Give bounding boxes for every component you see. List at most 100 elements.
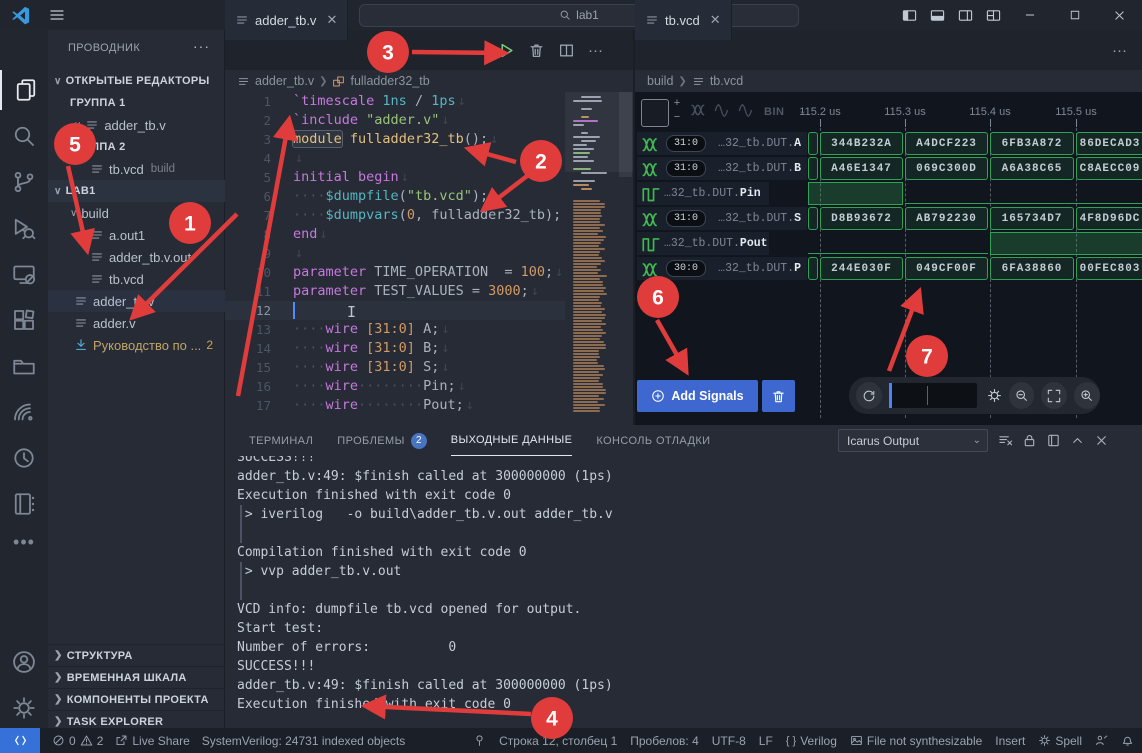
- wave-bus-segment[interactable]: 069C300D: [905, 157, 988, 180]
- wave-bit-high[interactable]: [990, 232, 1142, 255]
- activity-more-icon[interactable]: •••: [0, 522, 48, 562]
- wave-bit-low[interactable]: [905, 203, 1142, 204]
- synthesizable-status[interactable]: File not synthesizable: [850, 734, 982, 748]
- activity-item-source-control[interactable]: [0, 162, 48, 202]
- clear-output-icon[interactable]: [998, 433, 1013, 448]
- section-структура[interactable]: ❯СТРУКТУРА: [48, 644, 225, 666]
- menu-icon[interactable]: [49, 7, 65, 23]
- panel-tab-проблемы[interactable]: ПРОБЛЕМЫ2: [337, 426, 426, 456]
- panel-tab-выходные-данные[interactable]: ВЫХОДНЫЕ ДАННЫЕ: [451, 426, 573, 456]
- activity-item-notebook[interactable]: [0, 484, 48, 524]
- wave-bus-segment[interactable]: 165734D7: [990, 207, 1074, 230]
- toggle-sidebar-icon[interactable]: [895, 0, 923, 30]
- close-button[interactable]: [1097, 0, 1142, 30]
- panel-tab-консоль-отладки[interactable]: КОНСОЛЬ ОТЛАДКИ: [596, 426, 710, 456]
- wave-bus-segment[interactable]: 00FEC803: [1076, 257, 1142, 280]
- wave-bus-segment[interactable]: [808, 132, 818, 155]
- activity-item-settings[interactable]: [0, 688, 48, 728]
- close-panel-icon[interactable]: [1094, 433, 1109, 448]
- wave-bus-segment[interactable]: 4F8D96DC: [1076, 207, 1142, 230]
- lock-icon[interactable]: [1022, 433, 1037, 448]
- activity-item-remote-explorer[interactable]: [0, 254, 48, 294]
- tree-item-adder-tb-v[interactable]: adder_tb.v: [48, 290, 225, 312]
- wave-bus-segment[interactable]: 6FA38860: [990, 257, 1074, 280]
- minimize-button[interactable]: [1007, 0, 1052, 30]
- breadcrumb-file[interactable]: tb.vcd: [710, 74, 743, 88]
- activity-item-files[interactable]: [0, 70, 50, 110]
- cursor-position-status[interactable]: Строка 12, столбец 1: [499, 734, 617, 748]
- wave-bus-segment[interactable]: A6A38C65: [990, 157, 1074, 180]
- output-channel-select[interactable]: Icarus Output ⌄: [838, 429, 988, 452]
- breadcrumb[interactable]: adder_tb.v ❯ fulladder32_tb: [237, 70, 430, 92]
- tree-item-a-out1[interactable]: a.out1: [48, 224, 225, 246]
- wave-bus-segment[interactable]: 244E030F: [820, 257, 903, 280]
- tab-close-icon[interactable]: ✕: [710, 12, 721, 28]
- signal-row-s[interactable]: 31:0…32_tb.DUT.S: [637, 207, 807, 230]
- problems-status[interactable]: 0 2: [52, 734, 103, 748]
- tab-close-icon[interactable]: ✕: [326, 12, 337, 28]
- time-input[interactable]: [889, 383, 977, 408]
- activity-item-history[interactable]: [0, 438, 48, 478]
- signal-row-a[interactable]: 31:0…32_tb.DUT.A: [637, 132, 807, 155]
- wave-bus-segment[interactable]: AB792230: [905, 207, 988, 230]
- breadcrumb-folder[interactable]: build: [647, 74, 673, 88]
- tree-item-build[interactable]: ∨build: [48, 202, 225, 224]
- zoom-in-icon[interactable]: [1074, 382, 1100, 409]
- wave-bit-high[interactable]: [808, 182, 903, 205]
- wave-bit-low[interactable]: [808, 253, 988, 254]
- remote-indicator[interactable]: [0, 728, 40, 753]
- section-lab1[interactable]: ∨LAB1: [48, 180, 225, 202]
- toggle-secondary-sidebar-icon[interactable]: [951, 0, 979, 30]
- wave-bus-segment[interactable]: C8AECC09: [1076, 157, 1142, 180]
- zoom-minus-small[interactable]: −: [672, 112, 682, 123]
- editor-scrollbar[interactable]: [619, 92, 632, 177]
- sidebar-more-icon[interactable]: ···: [193, 38, 210, 54]
- signal-row-pout[interactable]: …32_tb.DUT.Pout: [637, 232, 769, 255]
- tree-item-tb-vcd[interactable]: tb.vcdbuild: [48, 158, 225, 180]
- color-swatch[interactable]: [641, 99, 669, 127]
- activity-item-search[interactable]: [0, 116, 48, 156]
- remove-signals-button[interactable]: [762, 380, 795, 412]
- activity-item-account[interactable]: [0, 642, 48, 682]
- wave-bus-segment[interactable]: [808, 257, 818, 280]
- activity-item-containers[interactable]: [0, 346, 48, 386]
- eol-status[interactable]: LF: [759, 734, 773, 748]
- wave-bus-segment[interactable]: 344B232A: [820, 132, 903, 155]
- breadcrumb-symbol[interactable]: fulladder32_tb: [350, 74, 429, 88]
- customize-layout-icon[interactable]: [979, 0, 1007, 30]
- split-editor-icon[interactable]: [558, 42, 575, 59]
- toggle-panel-icon[interactable]: [923, 0, 951, 30]
- settings-gear-icon[interactable]: [987, 388, 1002, 403]
- section-компоненты-проекта[interactable]: ❯КОМПОНЕНТЫ ПРОЕКТА: [48, 688, 225, 710]
- live-share-status[interactable]: Live Share: [115, 734, 189, 748]
- signal-row-p[interactable]: 30:0…32_tb.DUT.P: [637, 257, 807, 280]
- analog-wave-icon[interactable]: [714, 104, 732, 117]
- format-chevron-icon[interactable]: ⌄: [798, 104, 807, 117]
- feedback-icon[interactable]: [1095, 734, 1108, 747]
- zoom-fit-icon[interactable]: [1041, 382, 1067, 409]
- section-открытые-редакторы[interactable]: ∨ОТКРЫТЫЕ РЕДАКТОРЫ: [48, 70, 225, 92]
- activity-item-extensions[interactable]: [0, 300, 48, 340]
- wave-bus-segment[interactable]: D8B93672: [820, 207, 903, 230]
- activity-item-run-debug[interactable]: [0, 208, 48, 248]
- zoom-out-icon[interactable]: [1009, 382, 1035, 409]
- wave-bus-segment[interactable]: A4DCF223: [905, 132, 988, 155]
- wave-bus-segment[interactable]: [808, 157, 818, 180]
- wave-bus-segment[interactable]: 6FB3A872: [990, 132, 1074, 155]
- breadcrumb-file[interactable]: adder_tb.v: [255, 74, 314, 88]
- refresh-button[interactable]: [856, 382, 882, 409]
- panel-tab-терминал[interactable]: ТЕРМИНАЛ: [249, 426, 313, 456]
- tree-item-руководство-по-[interactable]: Руководство по ...2: [48, 334, 225, 356]
- tree-item-adder-tb-v[interactable]: ∨adder_tb.v: [48, 114, 225, 136]
- ports-icon[interactable]: [473, 734, 486, 747]
- spell-status[interactable]: Spell: [1038, 734, 1082, 748]
- activity-item-live-wave[interactable]: [0, 392, 48, 432]
- command-center-search[interactable]: lab1: [359, 4, 799, 27]
- tree-item-adder-v[interactable]: adder.v: [48, 312, 225, 334]
- vcd-breadcrumb[interactable]: build ❯ tb.vcd: [647, 70, 1142, 92]
- editor-more-icon[interactable]: ···: [1112, 42, 1127, 59]
- analog-wave2-icon[interactable]: [738, 104, 756, 117]
- maximize-panel-icon[interactable]: [1070, 433, 1085, 448]
- section-группа-1[interactable]: ГРУППА 1: [48, 92, 225, 114]
- insert-mode-status[interactable]: Insert: [995, 734, 1025, 748]
